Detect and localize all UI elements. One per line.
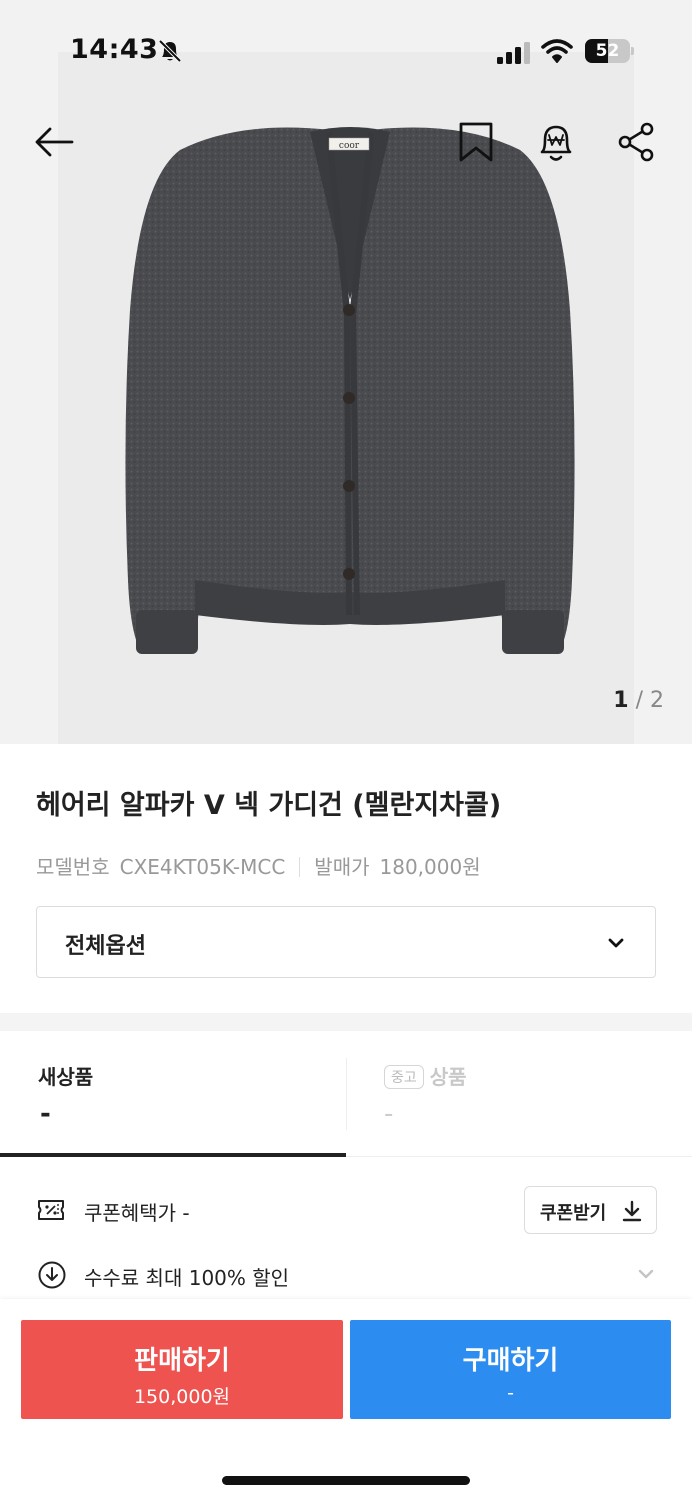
product-meta: 모델번호 CXE4KT05K-MCC 발매가 180,000원 [36, 851, 481, 880]
status-bar: 14:43 52 [0, 0, 692, 100]
tab-used-product[interactable]: 중고 상품 - [346, 1031, 692, 1157]
brand-tag: coor [339, 141, 360, 151]
pager-separator: / [628, 688, 650, 713]
model-number-value: CXE4KT05K-MCC [119, 855, 286, 879]
coupon-price-text: 쿠폰혜택가 - [84, 1201, 190, 1225]
product-photo: coor [125, 127, 575, 654]
tab-used-price: - [384, 1099, 394, 1129]
fee-discount-text: 수수료 최대 100% 할인 [84, 1266, 290, 1290]
get-coupon-label: 쿠폰받기 [540, 1203, 607, 1224]
sell-button[interactable]: 판매하기 150,000원 [21, 1320, 343, 1419]
product-image-area[interactable]: coor 1 / 2 [0, 0, 692, 744]
back-arrow-icon[interactable] [32, 120, 76, 164]
discount-badge-icon [38, 1261, 66, 1289]
chevron-down-icon [608, 938, 624, 948]
wifi-icon [541, 39, 573, 63]
status-time: 14:43 [70, 34, 159, 65]
battery-cap [631, 47, 634, 55]
buy-button-price: - [507, 1382, 514, 1404]
option-select-label: 전체옵션 [65, 934, 146, 959]
model-number-label: 모델번호 [36, 855, 110, 879]
fee-discount-row[interactable]: 수수료 최대 100% 할인 [0, 1250, 692, 1298]
chevron-down-icon [638, 1269, 654, 1279]
release-price-label: 발매가 [314, 855, 370, 879]
used-badge: 중고 [384, 1065, 424, 1089]
tab-divider [346, 1058, 347, 1130]
coupon-icon [38, 1200, 64, 1220]
tab-used-title-wrap: 중고 상품 [384, 1061, 467, 1090]
tab-new-price: - [40, 1099, 51, 1129]
cellular-signal-icon [497, 42, 530, 64]
tab-new-title: 새상품 [38, 1065, 94, 1089]
sell-button-price: 150,000원 [133, 1386, 231, 1408]
home-indicator[interactable] [222, 1476, 470, 1485]
image-pager: 1 / 2 [613, 688, 664, 713]
get-coupon-button[interactable]: 쿠폰받기 [524, 1186, 657, 1234]
release-price-value: 180,000원 [379, 855, 481, 879]
sell-button-label: 판매하기 [134, 1346, 230, 1376]
battery-percent: 52 [595, 41, 620, 61]
pager-current: 1 [613, 688, 629, 713]
price-alert-bell-icon[interactable] [534, 120, 578, 164]
coupon-row: 쿠폰혜택가 - 쿠폰받기 [0, 1180, 692, 1240]
battery-icon: 52 [585, 39, 635, 63]
download-icon [622, 1200, 642, 1222]
meta-separator [299, 857, 301, 877]
tab-new-product[interactable]: 새상품 - [0, 1031, 346, 1157]
active-tab-indicator [0, 1153, 346, 1157]
share-icon[interactable] [614, 120, 658, 164]
battery-body: 52 [585, 39, 630, 63]
pager-total: 2 [650, 688, 664, 713]
tab-used-title: 상품 [429, 1065, 467, 1089]
option-select[interactable]: 전체옵션 [36, 906, 656, 978]
buy-button-label: 구매하기 [462, 1346, 559, 1376]
bookmark-icon[interactable] [454, 120, 498, 164]
bottom-action-bar: 판매하기 150,000원 구매하기 - [0, 1299, 692, 1500]
bell-off-icon [158, 39, 182, 63]
buy-button[interactable]: 구매하기 - [350, 1320, 671, 1419]
section-divider [0, 1013, 692, 1031]
product-title: 헤어리 알파카 V 넥 가디건 (멜란지차콜) [36, 790, 502, 821]
